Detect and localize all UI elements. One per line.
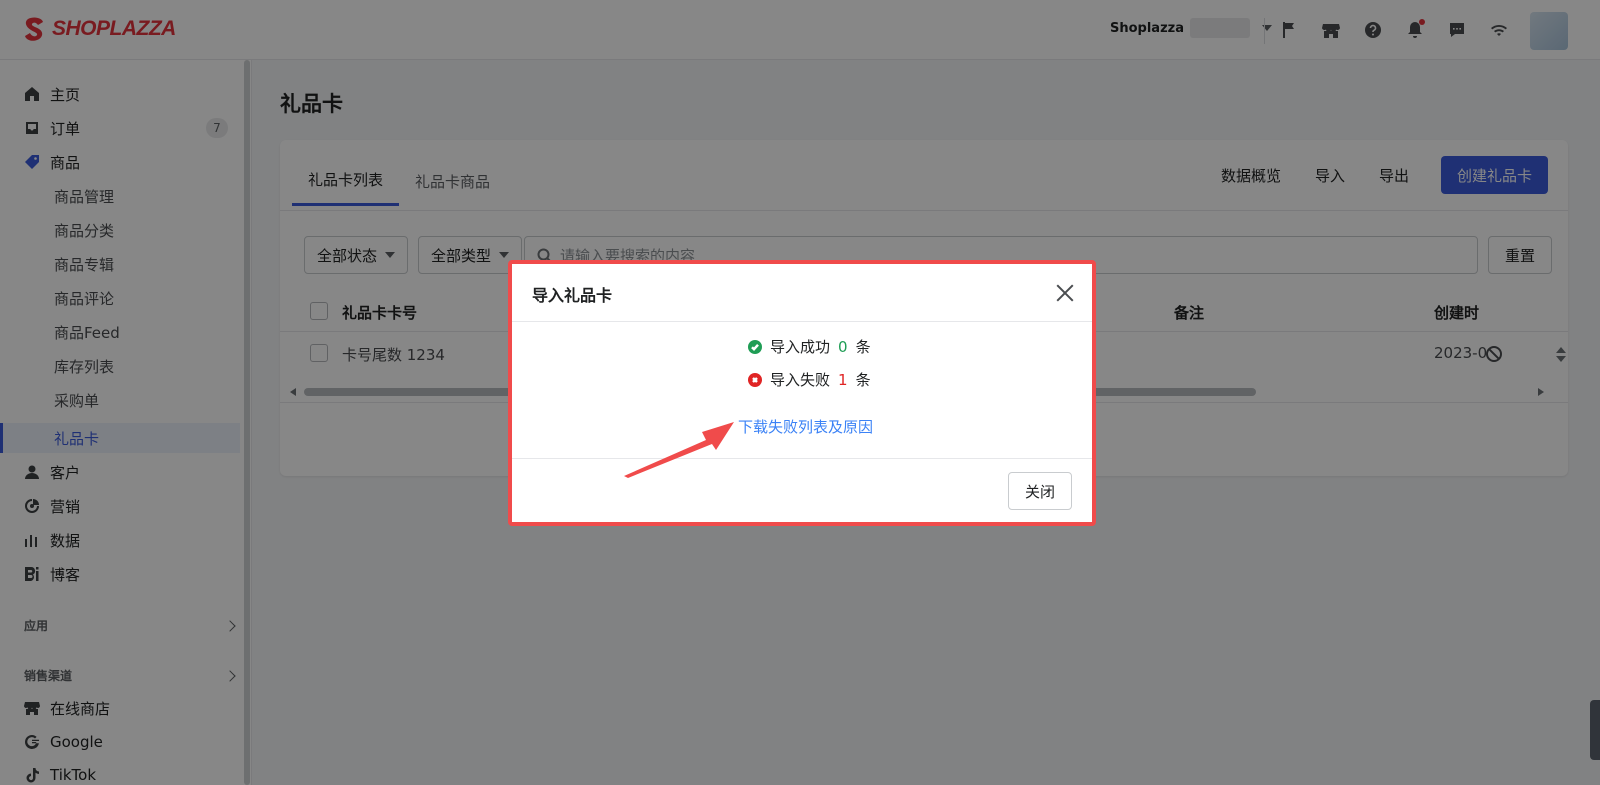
dialog-title: 导入礼品卡 <box>532 286 613 305</box>
check-circle-icon <box>748 339 762 354</box>
annotation-arrow-icon <box>624 422 734 478</box>
import-success-line: 导入成功 0 条 <box>748 336 871 357</box>
close-button[interactable]: 关闭 <box>1008 472 1072 510</box>
download-failure-list-link[interactable]: 下载失败列表及原因 <box>738 416 873 437</box>
dialog-footer-divider <box>512 458 1092 459</box>
close-icon[interactable] <box>1054 282 1076 304</box>
fail-unit: 条 <box>855 371 871 389</box>
success-label: 导入成功 <box>770 338 831 356</box>
success-unit: 条 <box>855 338 871 356</box>
import-fail-line: 导入失败 1 条 <box>748 369 871 390</box>
error-circle-icon <box>748 372 762 387</box>
dialog-header: 导入礼品卡 <box>512 264 1092 322</box>
success-count: 0 <box>838 337 848 356</box>
fail-count: 1 <box>838 370 848 389</box>
fail-label: 导入失败 <box>770 371 831 389</box>
edge-widget[interactable] <box>1590 700 1600 760</box>
import-gift-card-dialog: 导入礼品卡 导入成功 0 条 导入失败 1 条 下载失败列表及原因 关闭 <box>508 260 1096 526</box>
